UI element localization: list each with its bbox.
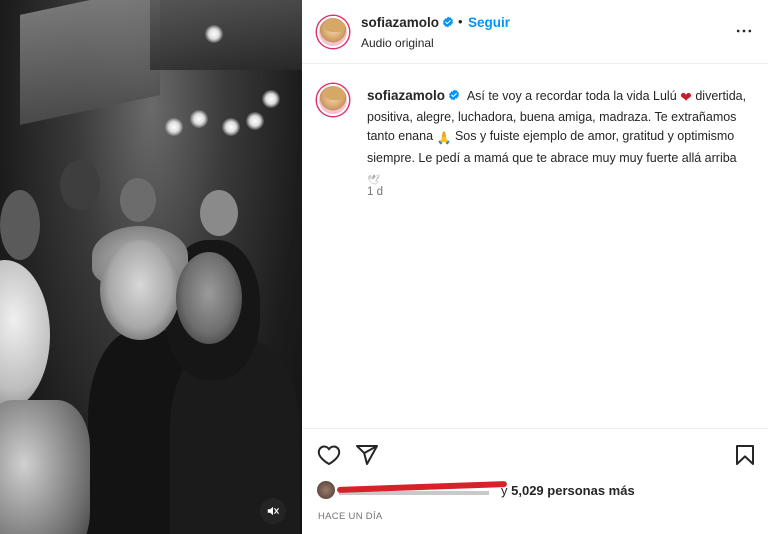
avatar[interactable] (317, 84, 349, 116)
background-person (200, 190, 238, 236)
post-video[interactable] (0, 0, 302, 534)
chandelier-light (222, 118, 240, 136)
ellipsis-icon[interactable] (734, 21, 754, 41)
caption-time[interactable]: 1 d (367, 186, 383, 198)
caption-username[interactable]: sofiazamolo (367, 88, 460, 103)
chandelier-light (190, 110, 208, 128)
author-username[interactable]: sofiazamolo (361, 15, 454, 30)
person-face (176, 252, 242, 344)
caption-part: Así te voy a recordar toda la vida Lulú (466, 89, 677, 103)
chandelier-light (262, 90, 280, 108)
person-face (100, 240, 180, 340)
avatar[interactable] (317, 16, 349, 48)
likes-count[interactable]: 5,029 personas más (511, 483, 635, 498)
praying-hands-emoji: 🙏 (436, 131, 452, 145)
post-header: sofiazamolo • Seguir Audio original (302, 0, 768, 64)
likes-summary[interactable]: y 5,029 personas más (317, 480, 635, 500)
heart-emoji: ❤ (680, 89, 692, 105)
background-person (0, 190, 40, 260)
paper-plane-icon[interactable] (355, 443, 379, 467)
bookmark-icon[interactable] (733, 443, 757, 467)
caption-text: sofiazamolo Así te voy a recordar toda l… (367, 86, 762, 191)
speaker-muted-icon (267, 506, 279, 516)
redacted-username (336, 481, 508, 496)
chandelier-light (246, 112, 264, 130)
chandelier-light (165, 118, 183, 136)
background-person (120, 178, 156, 222)
person-body (0, 400, 90, 534)
ceiling-lamp (205, 25, 223, 43)
background-person (60, 160, 100, 210)
person-face (0, 260, 50, 410)
action-bar (302, 428, 768, 480)
ceiling-light (20, 0, 160, 125)
separator-dot: • (458, 14, 463, 29)
audio-label[interactable]: Audio original (361, 36, 434, 50)
verified-badge-icon (443, 16, 454, 28)
heart-outline-icon[interactable] (317, 443, 341, 467)
post-timestamp[interactable]: HACE UN DÍA (318, 511, 383, 522)
post-panel: sofiazamolo • Seguir Audio original sofi… (302, 0, 768, 534)
verified-badge-icon (449, 89, 460, 101)
mute-button[interactable] (260, 498, 286, 524)
liker-avatar (317, 481, 335, 499)
follow-button[interactable]: Seguir (468, 15, 510, 30)
ceiling (150, 0, 302, 70)
